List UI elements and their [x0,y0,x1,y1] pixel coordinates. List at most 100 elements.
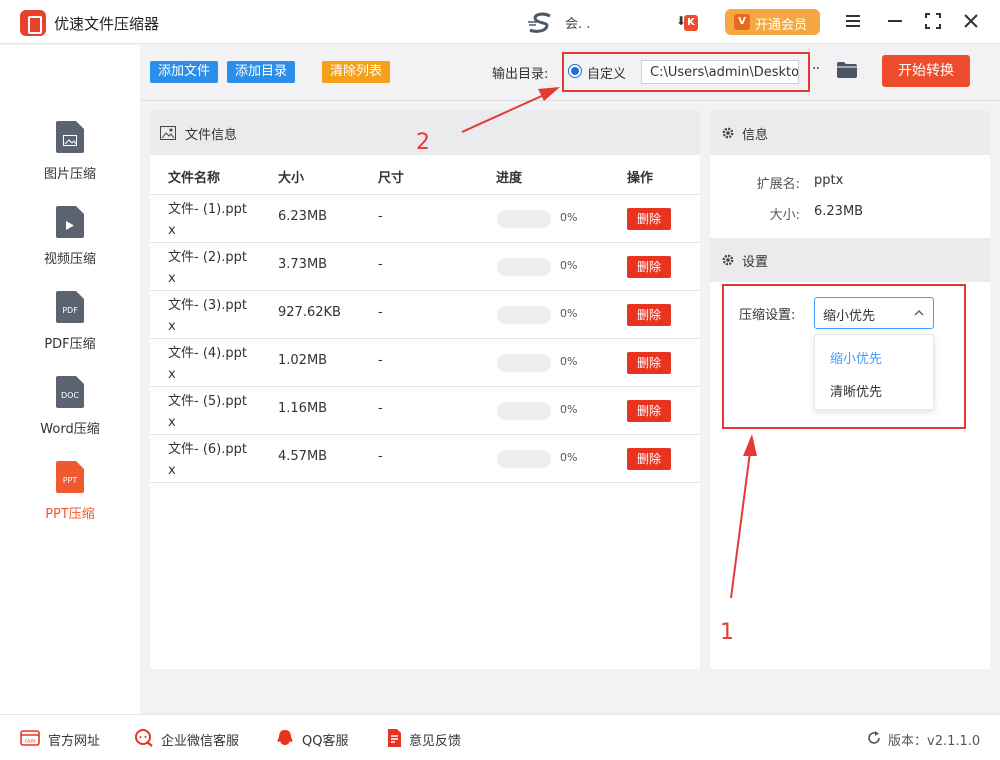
size-label: 大小: [769,208,800,223]
clear-list-button[interactable]: 清除列表 [322,61,391,83]
table-row[interactable]: 文件- (5).pptx 1.16MB - 0% 删除 [150,387,700,435]
option-clarity-first[interactable]: 清晰优先 [830,381,882,400]
website-icon: com [20,730,40,746]
progress-percent: 0% [560,403,578,416]
file-size: 1.02MB [278,353,328,368]
file-list: 文件- (1).pptx 6.23MB - 0% 删除 文件- (2).pptx… [150,195,700,483]
sidebar-item-video[interactable]: 视频压缩 [0,206,140,286]
sidebar-item-pdf[interactable]: PDF PDF压缩 [0,291,140,371]
feedback-icon [388,729,401,747]
table-row[interactable]: 文件- (3).pptx 927.62KB - 0% 删除 [150,291,700,339]
file-name: 文件- (5).pptx [168,394,247,430]
delete-button[interactable]: 删除 [627,352,671,374]
progress-bar [497,210,551,228]
table-row[interactable]: 文件- (2).pptx 3.73MB - 0% 删除 [150,243,700,291]
info-header: 信息 [710,111,990,155]
annotation-highlight-output [562,52,810,92]
svg-text:com: com [25,739,36,745]
qq-service-label: QQ客服 [302,734,349,749]
feedback-label: 意见反馈 [409,734,462,749]
info-panel: 信息 扩展名: pptx 大小: 6.23MB 设置 压缩设置: 缩小优先 缩小… [710,111,990,669]
user-name[interactable]: 会. . [565,13,590,32]
image-doc-icon [56,121,84,153]
file-dimension: - [378,257,383,272]
app-title: 优速文件压缩器 [54,15,160,33]
ext-value: pptx [814,173,844,188]
wechat-icon [135,729,153,747]
file-name: 文件- (1).pptx [168,202,247,238]
sidebar-item-ppt[interactable]: PPT PPT压缩 [0,461,140,541]
progress-bar [497,354,551,372]
progress-percent: 0% [560,211,578,224]
close-icon[interactable] [960,10,982,32]
vip-icon: V [734,14,750,30]
refresh-icon[interactable] [866,730,882,746]
sidebar-item-label: PPT压缩 [45,507,95,522]
user-logo-icon [528,12,551,33]
sidebar: 图片压缩 视频压缩 PDF PDF压缩 DOC Word压缩 PPT PPT压缩 [0,45,140,715]
sidebar-item-label: 图片压缩 [43,167,96,182]
delete-button[interactable]: 删除 [627,256,671,278]
annotation-number-2: 2 [416,130,430,155]
gear-icon [722,254,734,266]
delete-button[interactable]: 删除 [627,400,671,422]
delete-button[interactable]: 删除 [627,448,671,470]
start-convert-button[interactable]: 开始转换 [882,55,970,87]
column-header-name: 文件名称 [168,171,221,186]
table-row[interactable]: 文件- (1).pptx 6.23MB - 0% 删除 [150,195,700,243]
progress-percent: 0% [560,451,578,464]
image-icon [160,126,176,140]
file-dimension: - [378,209,383,224]
progress-bar [497,450,551,468]
qq-icon [277,730,293,745]
settings-title: 设置 [742,255,769,270]
ppt-badge: PPT [62,476,78,485]
option-shrink-first[interactable]: 缩小优先 [830,348,882,367]
sidebar-item-word[interactable]: DOC Word压缩 [0,376,140,456]
pdf-doc-icon: PDF [56,291,84,323]
ext-label: 扩展名: [756,177,800,192]
add-directory-button[interactable]: 添加目录 [227,61,296,83]
sidebar-item-image[interactable]: 图片压缩 [0,121,140,201]
column-header-action: 操作 [627,171,654,186]
doc-doc-icon: DOC [56,376,84,408]
file-panel-title: 文件信息 [185,128,238,143]
folder-icon[interactable] [837,62,857,78]
file-size: 1.16MB [278,401,328,416]
chevron-up-icon [914,309,924,316]
delete-button[interactable]: 删除 [627,304,671,326]
wechat-service-label: 企业微信客服 [161,734,240,749]
compress-setting-label: 压缩设置: [739,308,796,323]
file-size: 6.23MB [278,209,328,224]
video-doc-icon [56,206,84,238]
add-file-button[interactable]: 添加文件 [150,61,219,83]
progress-percent: 0% [560,307,578,320]
version-label: 版本：v2.1.1.0 [888,734,981,749]
toolbar: 添加文件 添加目录 清除列表 输出目录: 自定义 ·· 开始转换 [140,45,1000,101]
gear-icon [722,127,734,139]
app-logo-icon [20,10,46,36]
sidebar-item-label: Word压缩 [40,422,100,437]
file-dimension: - [378,401,383,416]
file-dimension: - [378,305,383,320]
notify-badge: K [684,15,698,31]
annotation-number-1: 1 [720,620,734,645]
vip-label: 开通会员 [755,18,808,33]
table-row[interactable]: 文件- (6).pptx 4.57MB - 0% 删除 [150,435,700,483]
vip-button[interactable]: V 开通会员 [725,9,820,35]
table-row[interactable]: 文件- (4).pptx 1.02MB - 0% 删除 [150,339,700,387]
more-icon[interactable]: ·· [812,61,820,77]
progress-bar [497,306,551,324]
compress-select[interactable]: 缩小优先 [814,297,934,329]
minimize-icon[interactable] [884,10,906,32]
file-dimension: - [378,353,383,368]
file-size: 927.62KB [278,305,341,320]
maximize-icon[interactable] [922,10,944,32]
notification-icon[interactable]: ⬇ K [676,14,702,32]
file-dimension: - [378,449,383,464]
delete-button[interactable]: 删除 [627,208,671,230]
output-dir-label: 输出目录: [492,67,549,82]
file-size: 4.57MB [278,449,328,464]
menu-icon[interactable] [842,10,864,32]
ppt-doc-icon: PPT [56,461,84,493]
